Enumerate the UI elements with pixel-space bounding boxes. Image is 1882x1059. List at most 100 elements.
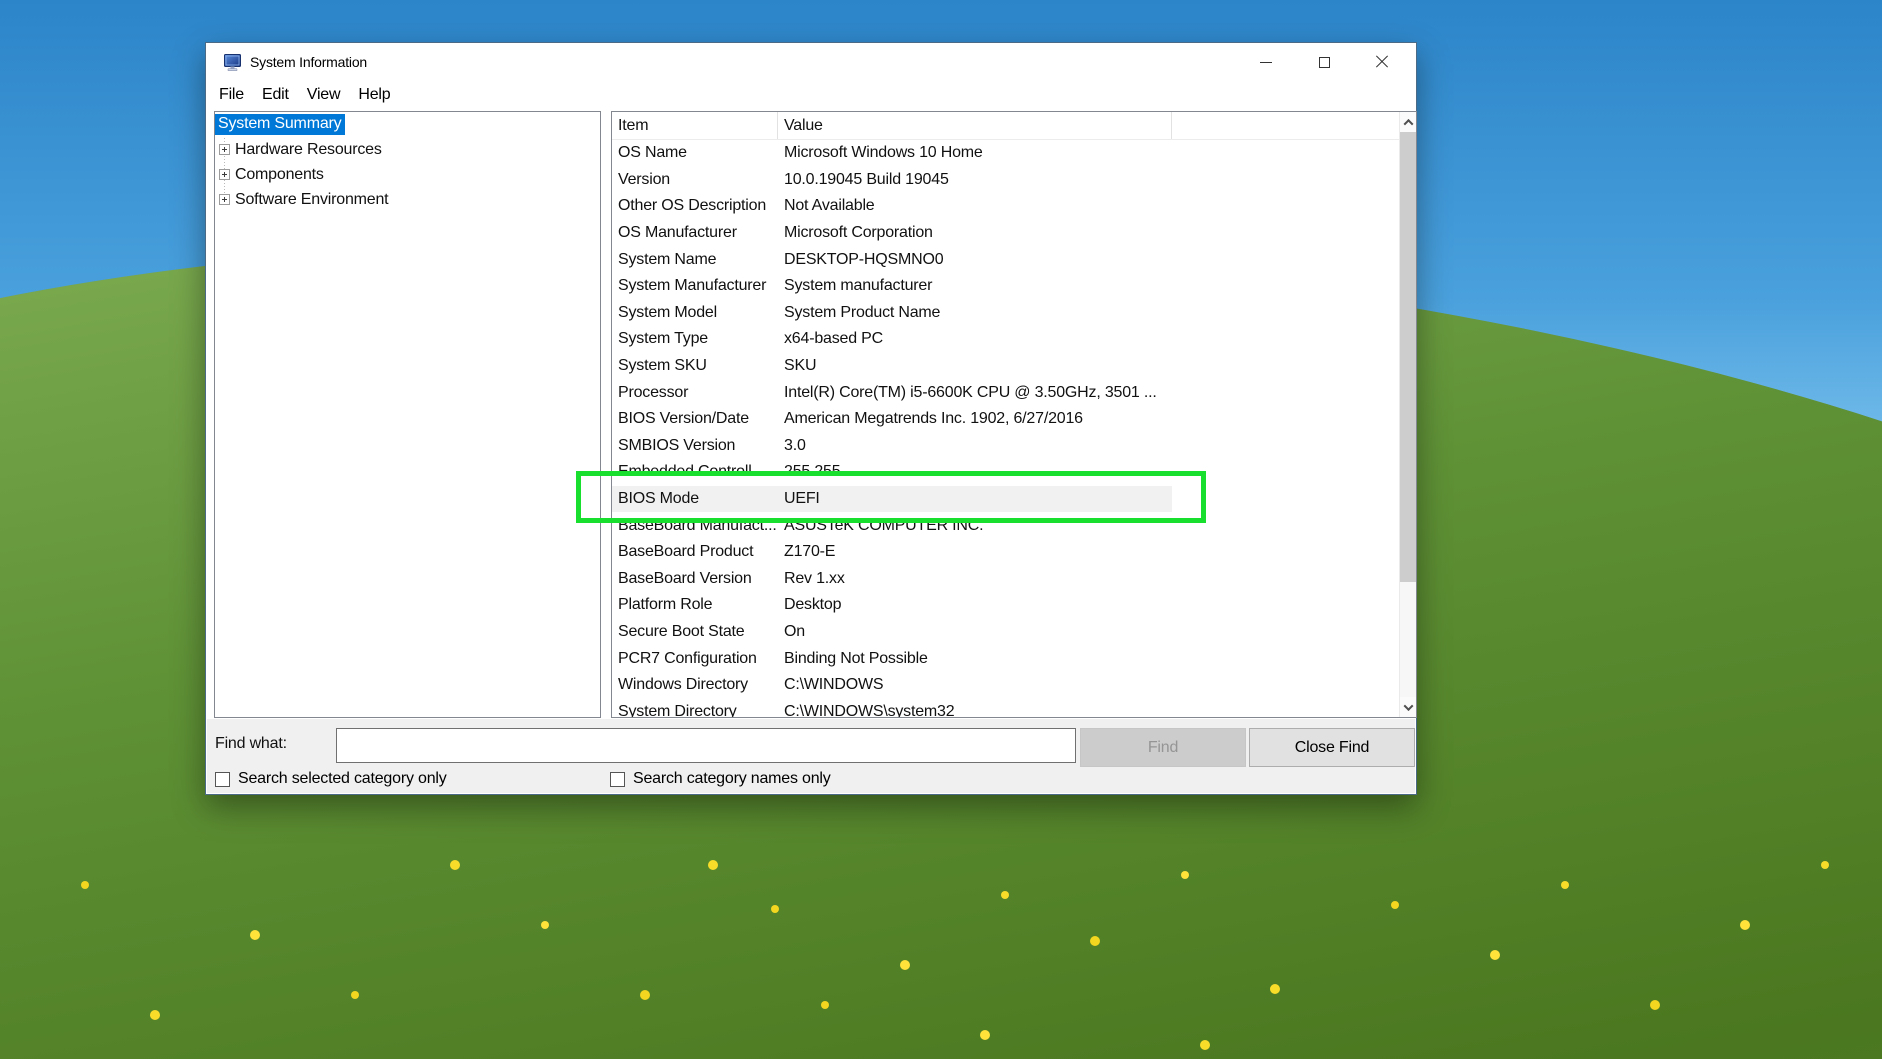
value-cell: 10.0.19045 Build 19045 bbox=[778, 171, 1399, 189]
table-row[interactable]: System DirectoryC:\WINDOWS\system32 bbox=[612, 698, 1399, 717]
table-row[interactable]: BaseBoard ProductZ170-E bbox=[612, 539, 1399, 566]
value-cell: Microsoft Windows 10 Home bbox=[778, 144, 1399, 162]
table-row[interactable]: System SKUSKU bbox=[612, 353, 1399, 380]
item-cell: Secure Boot State bbox=[612, 623, 778, 641]
value-cell: Desktop bbox=[778, 596, 1399, 614]
item-cell: Processor bbox=[612, 384, 778, 402]
item-cell: SMBIOS Version bbox=[612, 437, 778, 455]
tree-item-system-summary[interactable]: System Summary bbox=[215, 112, 600, 137]
search-selected-category-checkbox-row[interactable]: Search selected category only bbox=[215, 770, 447, 788]
tree-item-label: Components bbox=[235, 166, 324, 184]
value-cell: C:\WINDOWS\system32 bbox=[778, 703, 1399, 717]
column-header-item[interactable]: Item bbox=[612, 112, 778, 139]
close-find-button[interactable]: Close Find bbox=[1249, 728, 1415, 767]
value-cell: Z170-E bbox=[778, 543, 1399, 561]
find-what-label: Find what: bbox=[215, 735, 287, 753]
table-row[interactable]: BIOS ModeUEFI bbox=[612, 486, 1399, 513]
close-icon bbox=[1375, 55, 1389, 69]
value-cell: Binding Not Possible bbox=[778, 650, 1399, 668]
expand-plus-icon[interactable] bbox=[219, 144, 230, 155]
table-row[interactable]: BaseBoard Manufact...ASUSTeK COMPUTER IN… bbox=[612, 512, 1399, 539]
expand-plus-icon[interactable] bbox=[219, 194, 230, 205]
table-row[interactable]: Windows DirectoryC:\WINDOWS bbox=[612, 672, 1399, 699]
maximize-icon bbox=[1319, 57, 1330, 68]
find-bar: Find what: Find Close Find Search select… bbox=[207, 719, 1415, 793]
category-tree-panel: System Summary Hardware Resources Componen… bbox=[214, 111, 601, 718]
tree-item-hardware-resources[interactable]: Hardware Resources bbox=[215, 137, 600, 162]
item-cell: Other OS Description bbox=[612, 197, 778, 215]
table-row[interactable]: OS NameMicrosoft Windows 10 Home bbox=[612, 140, 1399, 167]
table-row[interactable]: BaseBoard VersionRev 1.xx bbox=[612, 566, 1399, 593]
menu-help[interactable]: Help bbox=[349, 84, 399, 106]
menu-bar: FileEditViewHelp bbox=[208, 81, 1414, 109]
value-cell: 255.255 bbox=[778, 463, 1399, 481]
value-cell: On bbox=[778, 623, 1399, 641]
value-cell: UEFI bbox=[778, 490, 1399, 508]
table-row[interactable]: OS ManufacturerMicrosoft Corporation bbox=[612, 220, 1399, 247]
item-cell: Embedded Controll... bbox=[612, 463, 778, 481]
table-row[interactable]: Other OS DescriptionNot Available bbox=[612, 193, 1399, 220]
table-row[interactable]: Embedded Controll...255.255 bbox=[612, 459, 1399, 486]
vertical-scrollbar[interactable] bbox=[1399, 112, 1416, 717]
value-cell: 3.0 bbox=[778, 437, 1399, 455]
table-row[interactable]: ProcessorIntel(R) Core(TM) i5-6600K CPU … bbox=[612, 379, 1399, 406]
item-cell: BaseBoard Product bbox=[612, 543, 778, 561]
item-cell: BIOS Mode bbox=[612, 490, 778, 508]
menu-edit[interactable]: Edit bbox=[253, 84, 298, 106]
item-cell: Version bbox=[612, 171, 778, 189]
expand-plus-icon[interactable] bbox=[219, 169, 230, 180]
search-category-names-label: Search category names only bbox=[633, 770, 831, 788]
value-cell: Microsoft Corporation bbox=[778, 224, 1399, 242]
tree-item-label: Software Environment bbox=[235, 191, 388, 209]
item-cell: OS Name bbox=[612, 144, 778, 162]
table-row[interactable]: Secure Boot StateOn bbox=[612, 619, 1399, 646]
value-cell: Not Available bbox=[778, 197, 1399, 215]
tree-item-label: System Summary bbox=[215, 114, 345, 135]
search-selected-category-checkbox[interactable] bbox=[215, 772, 230, 787]
value-cell: American Megatrends Inc. 1902, 6/27/2016 bbox=[778, 410, 1399, 428]
item-cell: OS Manufacturer bbox=[612, 224, 778, 242]
value-cell: x64-based PC bbox=[778, 330, 1399, 348]
value-cell: C:\WINDOWS bbox=[778, 676, 1399, 694]
search-category-names-checkbox[interactable] bbox=[610, 772, 625, 787]
tree-item-components[interactable]: Components bbox=[215, 162, 600, 187]
scrollbar-thumb[interactable] bbox=[1400, 132, 1416, 582]
item-cell: PCR7 Configuration bbox=[612, 650, 778, 668]
table-row[interactable]: System Typex64-based PC bbox=[612, 326, 1399, 353]
scroll-up-button[interactable] bbox=[1400, 112, 1416, 132]
table-row[interactable]: Platform RoleDesktop bbox=[612, 592, 1399, 619]
find-input[interactable] bbox=[336, 728, 1076, 763]
table-row[interactable]: BIOS Version/DateAmerican Megatrends Inc… bbox=[612, 406, 1399, 433]
chevron-up-icon bbox=[1403, 118, 1413, 128]
item-cell: System SKU bbox=[612, 357, 778, 375]
table-row[interactable]: System NameDESKTOP-HQSMNO0 bbox=[612, 246, 1399, 273]
menu-view[interactable]: View bbox=[298, 84, 350, 106]
value-cell: Intel(R) Core(TM) i5-6600K CPU @ 3.50GHz… bbox=[778, 384, 1399, 402]
minimize-icon bbox=[1260, 62, 1272, 63]
find-button[interactable]: Find bbox=[1080, 728, 1246, 767]
details-rows: OS NameMicrosoft Windows 10 HomeVersion1… bbox=[612, 140, 1399, 717]
table-row[interactable]: PCR7 ConfigurationBinding Not Possible bbox=[612, 645, 1399, 672]
system-information-icon bbox=[223, 53, 242, 72]
table-row[interactable]: SMBIOS Version3.0 bbox=[612, 433, 1399, 460]
item-cell: System Name bbox=[612, 251, 778, 269]
scroll-down-button[interactable] bbox=[1400, 697, 1416, 717]
list-header[interactable]: Item Value bbox=[612, 112, 1399, 140]
value-cell: SKU bbox=[778, 357, 1399, 375]
value-cell: DESKTOP-HQSMNO0 bbox=[778, 251, 1399, 269]
tree-item-software-environment[interactable]: Software Environment bbox=[215, 187, 600, 212]
item-cell: System Manufacturer bbox=[612, 277, 778, 295]
search-category-names-checkbox-row[interactable]: Search category names only bbox=[610, 770, 831, 788]
maximize-button[interactable] bbox=[1295, 43, 1353, 81]
table-row[interactable]: System ModelSystem Product Name bbox=[612, 300, 1399, 327]
table-row[interactable]: Version10.0.19045 Build 19045 bbox=[612, 167, 1399, 194]
table-row[interactable]: System ManufacturerSystem manufacturer bbox=[612, 273, 1399, 300]
item-cell: Platform Role bbox=[612, 596, 778, 614]
column-header-value[interactable]: Value bbox=[778, 112, 1172, 139]
tree-item-label: Hardware Resources bbox=[235, 141, 382, 159]
close-button[interactable] bbox=[1353, 43, 1411, 81]
minimize-button[interactable] bbox=[1237, 43, 1295, 81]
menu-file[interactable]: File bbox=[210, 84, 253, 106]
title-bar[interactable]: System Information bbox=[206, 43, 1416, 81]
search-selected-category-label: Search selected category only bbox=[238, 770, 447, 788]
